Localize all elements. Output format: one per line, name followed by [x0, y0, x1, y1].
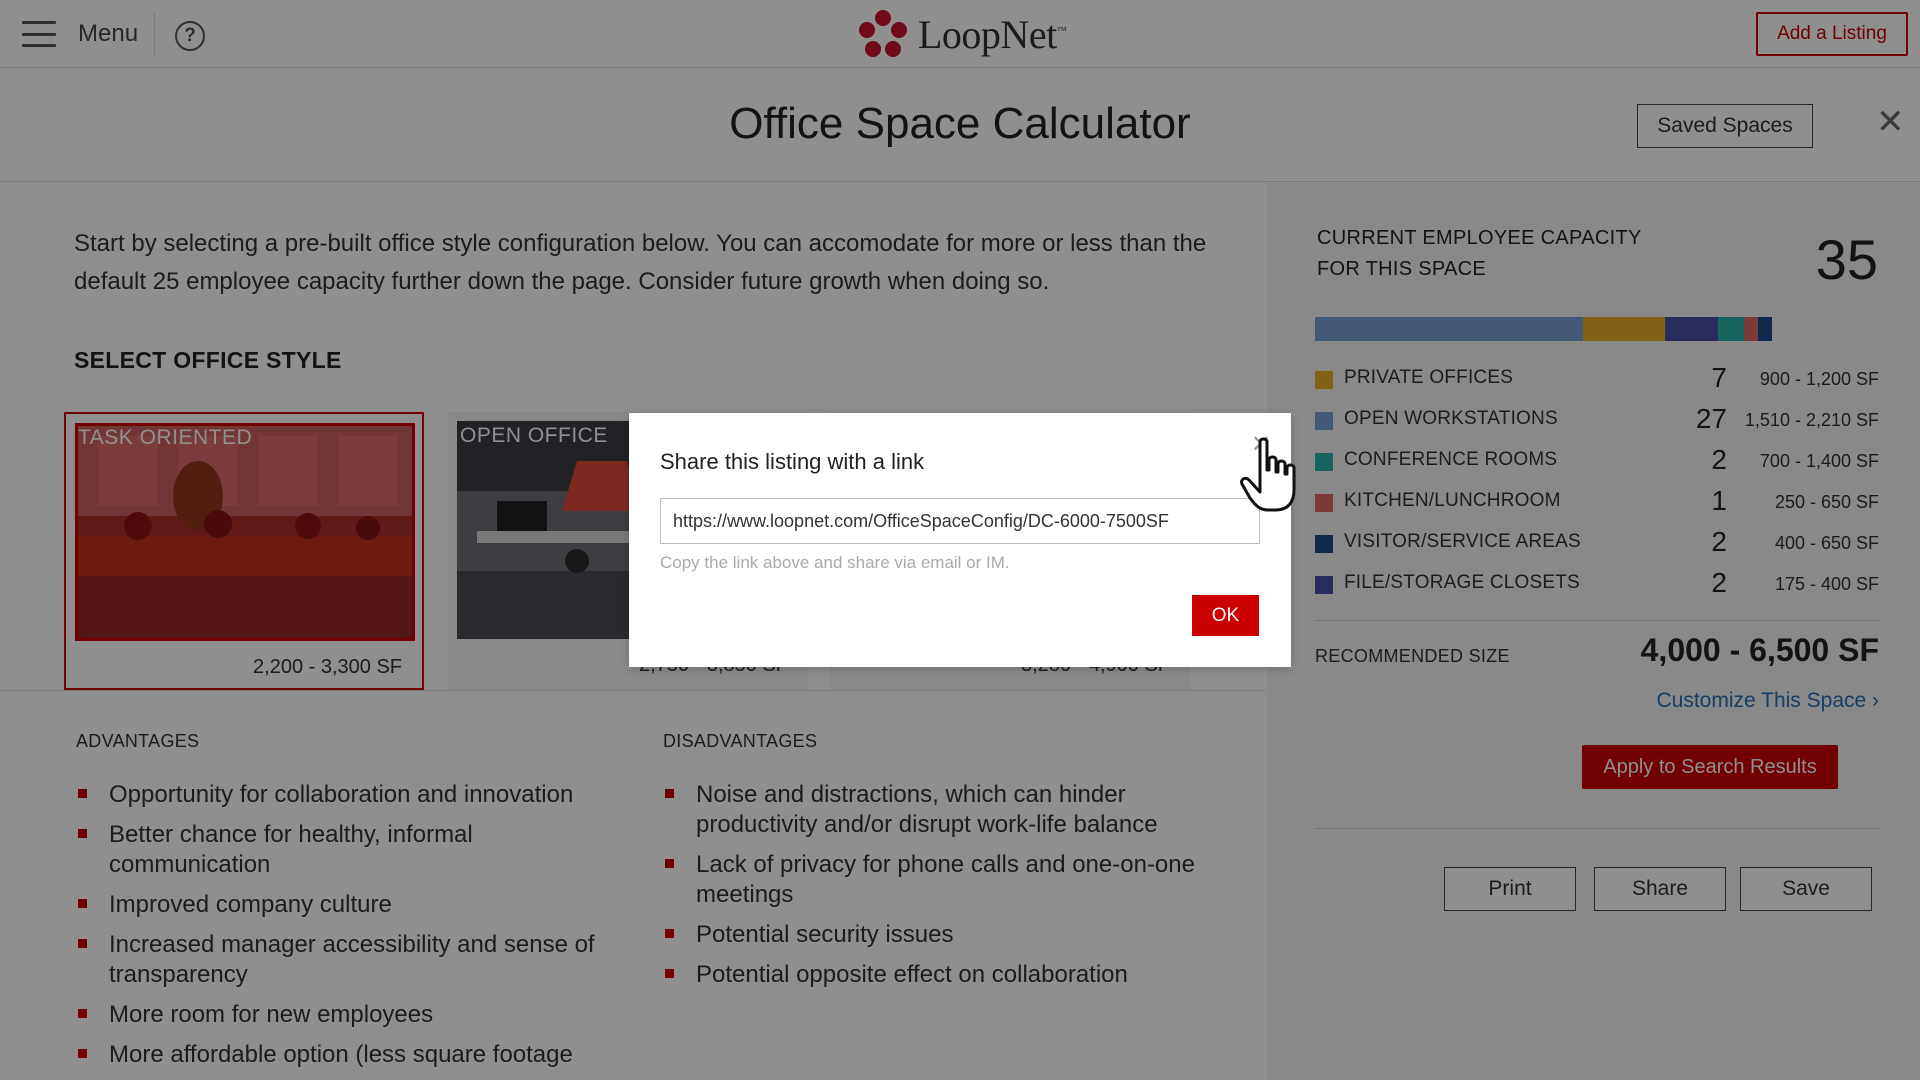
dialog-title: Share this listing with a link: [660, 449, 925, 474]
ok-button[interactable]: OK: [1192, 595, 1259, 636]
share-link-dialog: Share this listing with a link ✕ Copy th…: [629, 413, 1291, 667]
share-link-input[interactable]: [660, 498, 1260, 544]
share-hint-text: Copy the link above and share via email …: [660, 553, 1010, 572]
hand-pointer-cursor-icon: [1240, 437, 1296, 512]
